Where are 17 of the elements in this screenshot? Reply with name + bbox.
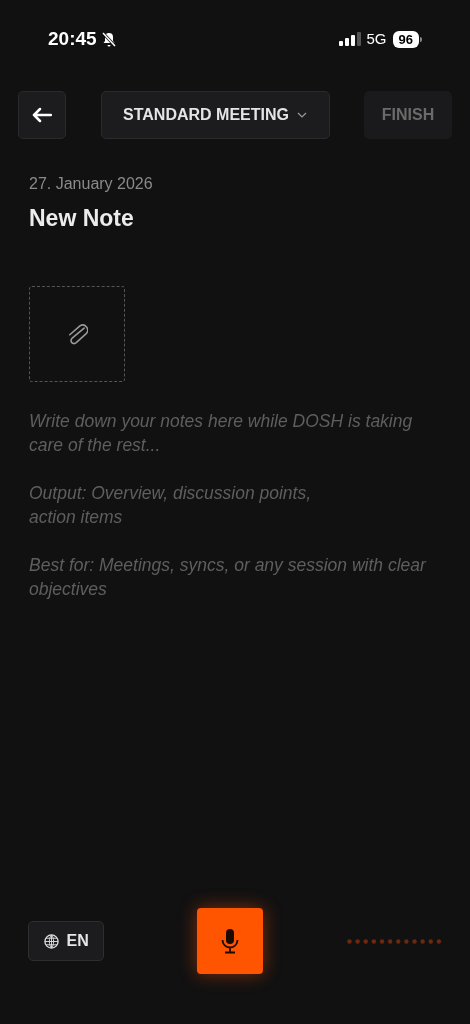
template-dropdown[interactable]: STANDARD MEETING bbox=[100, 91, 330, 139]
record-button[interactable] bbox=[197, 908, 263, 974]
notes-field[interactable]: Write down your notes here while DOSH is taking care of the rest... Output: Overview, discussion points, action items Best for: Meetings, syncs, or any session with clear objectives bbox=[29, 408, 449, 609]
globe-icon bbox=[43, 933, 59, 949]
back-arrow-icon bbox=[32, 107, 52, 123]
network-label: 5G bbox=[366, 28, 387, 49]
note-date: 27. January 2026 bbox=[29, 174, 154, 194]
microphone-icon bbox=[221, 928, 240, 954]
signal-icon bbox=[338, 32, 361, 46]
chevron-down-icon bbox=[296, 112, 307, 118]
attachment-dropzone[interactable] bbox=[29, 285, 125, 382]
note-title: New Note bbox=[29, 204, 135, 233]
bell-slash-icon bbox=[100, 30, 117, 48]
language-button[interactable]: EN bbox=[28, 921, 105, 961]
status-time: 20:45 bbox=[48, 26, 97, 51]
battery-level: 96 bbox=[392, 30, 419, 48]
back-button[interactable] bbox=[18, 91, 66, 139]
